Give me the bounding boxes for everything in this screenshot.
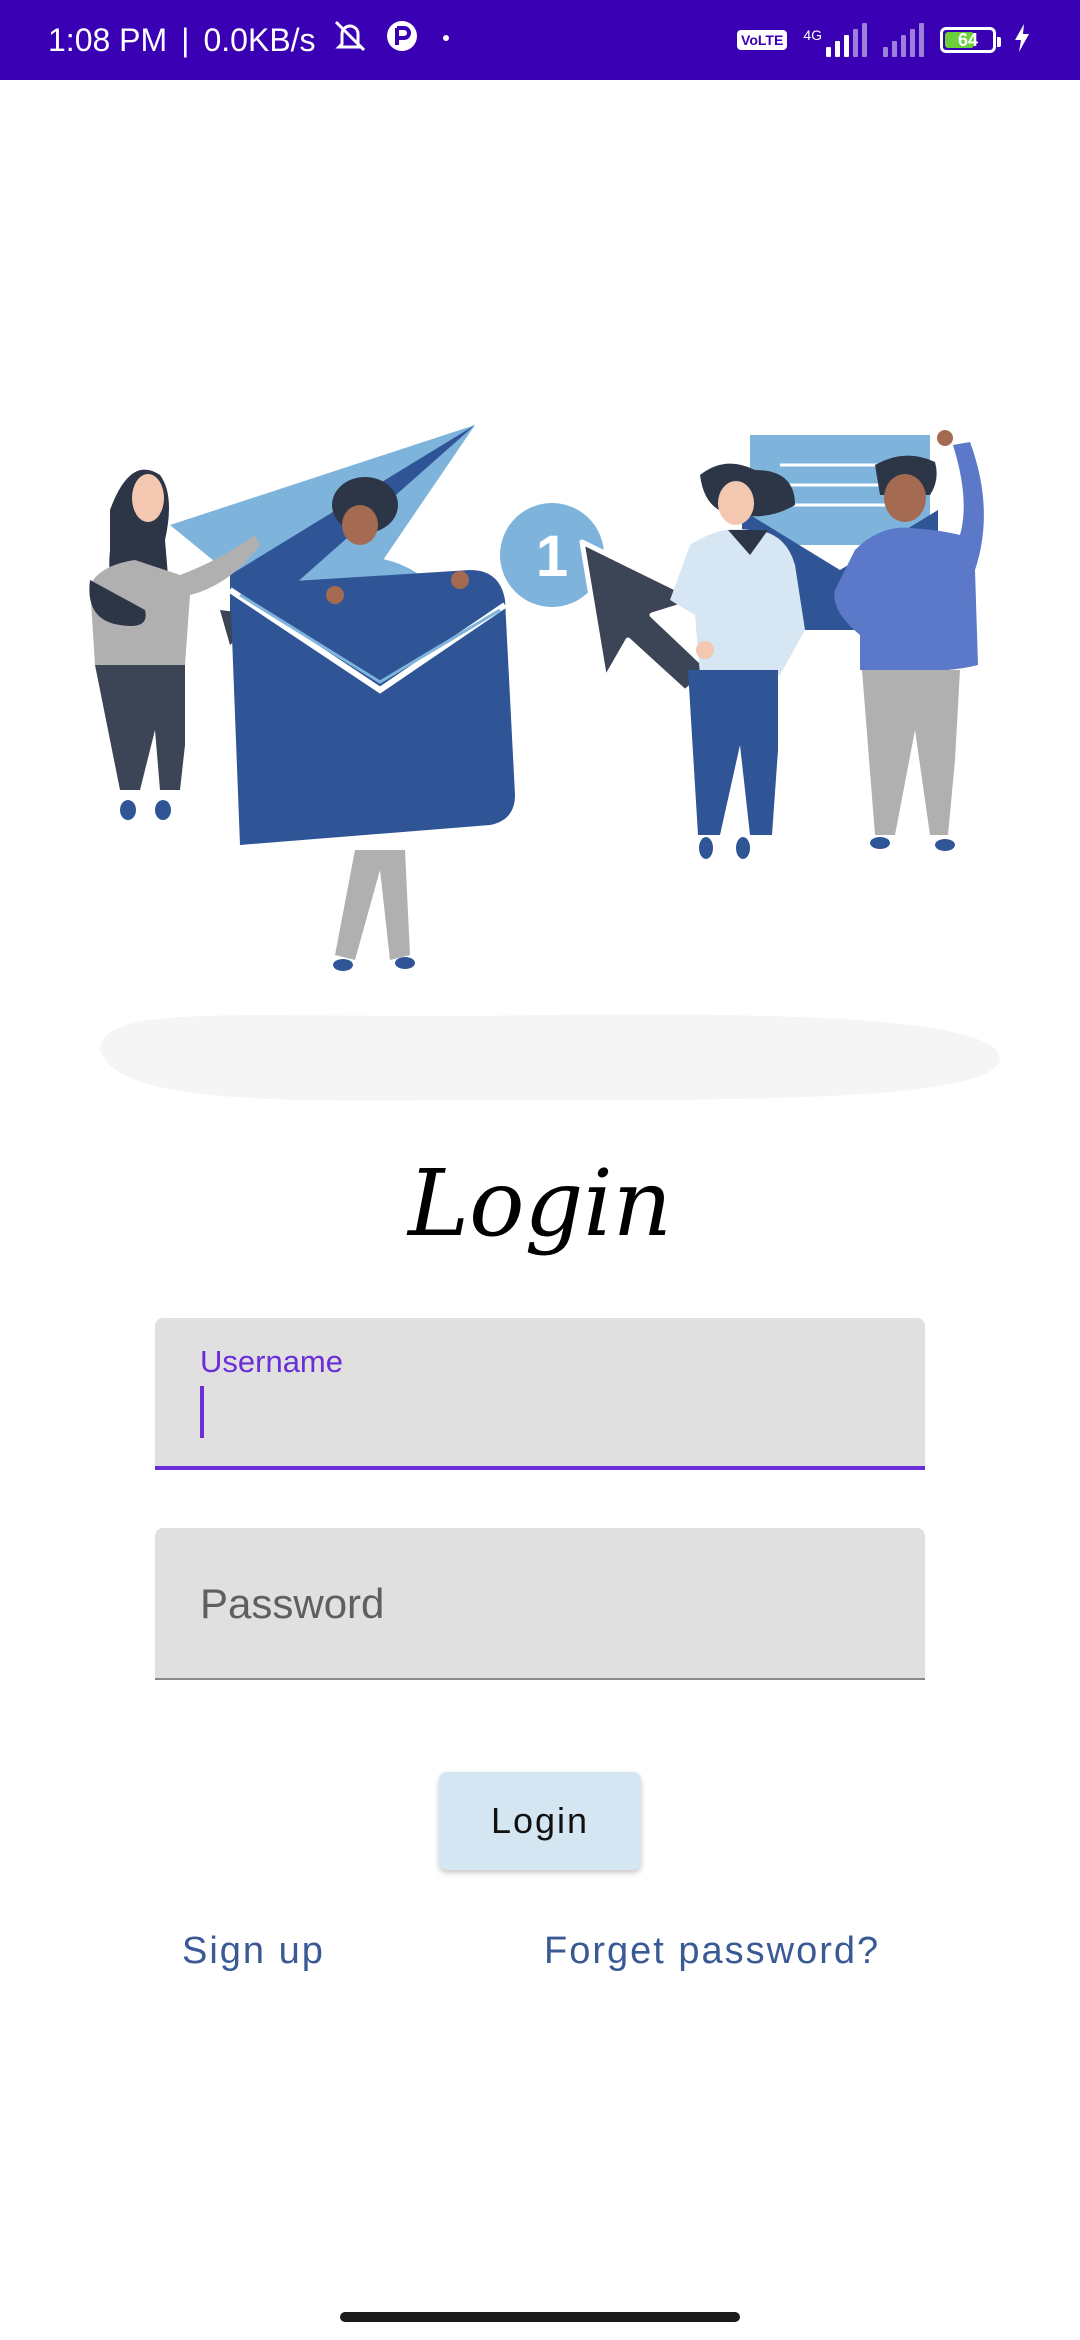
signal-icon: 4G xyxy=(803,23,867,57)
password-placeholder: Password xyxy=(200,1580,385,1627)
signal-icon-2 xyxy=(883,23,924,57)
signup-link[interactable]: Sign up xyxy=(182,1930,325,1973)
volte-icon: VoLTE xyxy=(737,30,788,50)
dot-icon xyxy=(434,18,458,62)
charging-icon xyxy=(1012,22,1032,58)
network-type: 4G xyxy=(803,27,822,43)
mute-icon xyxy=(330,18,370,62)
home-indicator[interactable] xyxy=(340,2312,740,2322)
page-title: Login xyxy=(407,1150,673,1257)
text-cursor xyxy=(200,1386,204,1438)
hero-illustration: 1 xyxy=(60,400,1020,1130)
battery-percentage: 64 xyxy=(957,29,979,50)
username-field[interactable]: Username xyxy=(155,1318,925,1470)
forgot-password-link[interactable]: Forget password? xyxy=(544,1930,880,1973)
login-button[interactable]: Login xyxy=(439,1772,641,1870)
status-separator: | xyxy=(181,21,190,58)
app-notification-icon xyxy=(384,18,420,62)
battery-icon: 64 xyxy=(940,27,1001,53)
status-right: VoLTE 4G 64 xyxy=(737,0,1032,80)
status-net-speed: 0.0KB/s xyxy=(203,21,316,58)
username-label: Username xyxy=(200,1344,343,1379)
large-envelope-icon xyxy=(228,570,515,845)
badge-number: 1 xyxy=(536,524,568,589)
status-time: 1:08 PM xyxy=(48,21,168,58)
status-left: 1:08 PM | 0.0KB/s xyxy=(48,0,458,80)
status-bar: 1:08 PM | 0.0KB/s VoLTE 4G 64 xyxy=(0,0,1080,80)
password-field[interactable]: Password xyxy=(155,1528,925,1680)
